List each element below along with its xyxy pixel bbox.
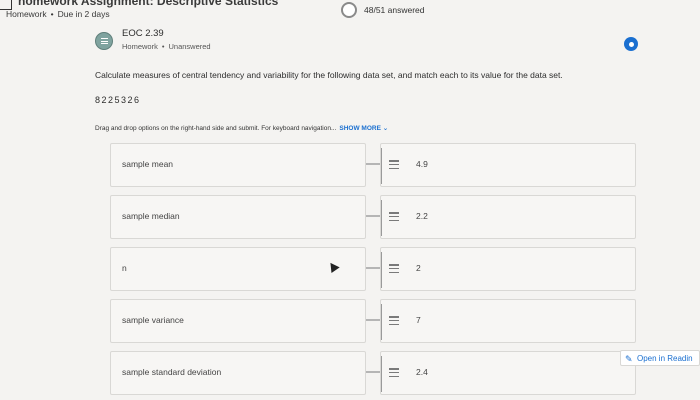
chevron-down-icon: ⌄ [382, 125, 389, 132]
drag-handle-icon[interactable] [389, 160, 399, 169]
progress-text: 48/51 answered [364, 5, 425, 15]
grip-line [381, 200, 382, 236]
info-icon [628, 41, 634, 47]
separator-dot: • [161, 42, 165, 51]
info-button[interactable] [624, 37, 638, 51]
question-prompt: Calculate measures of central tendency a… [95, 70, 563, 80]
term-label: sample variance [122, 315, 184, 325]
term-label: sample mean [122, 159, 174, 169]
answer-draggable[interactable]: 2.4 [380, 351, 636, 395]
drag-handle-icon[interactable] [389, 316, 399, 325]
match-row: n 2 [110, 247, 636, 291]
match-row: sample mean 4.9 [110, 143, 636, 187]
grip-line [381, 304, 382, 340]
instructions-text: Drag and drop options on the right-hand … [95, 125, 337, 132]
answer-value: 2.2 [416, 211, 428, 221]
assignment-meta: Homework • Due in 2 days [6, 9, 110, 19]
open-reading-mode-button[interactable]: ✎ Open in Readin [620, 350, 700, 366]
question-type: Homework [122, 42, 158, 51]
match-row: sample variance 7 [110, 299, 636, 343]
grip-line [381, 356, 382, 392]
question-title: EOC 2.39 [122, 28, 164, 39]
term-label: n [122, 263, 127, 273]
assignment-type: Homework [6, 9, 47, 19]
drag-handle-icon[interactable] [389, 264, 399, 273]
question-meta: Homework • Unanswered [122, 42, 211, 51]
instructions: Drag and drop options on the right-hand … [95, 124, 388, 132]
term-box: sample variance [110, 299, 366, 343]
open-reading-label: Open in Readin [637, 354, 693, 363]
term-box: sample mean [110, 143, 366, 187]
pen-icon: ✎ [625, 354, 633, 364]
question-status: Unanswered [168, 42, 211, 51]
term-box: sample median [110, 195, 366, 239]
term-label: sample standard deviation [122, 367, 222, 377]
question-type-icon [95, 32, 113, 50]
drag-handle-icon[interactable] [389, 368, 399, 377]
grip-line [381, 252, 382, 288]
grip-line [381, 148, 382, 184]
answer-draggable[interactable]: 2.2 [380, 195, 636, 239]
progress-ring-icon [341, 2, 357, 18]
answer-draggable[interactable]: 7 [380, 299, 636, 343]
drag-handle-icon[interactable] [389, 212, 399, 221]
due-date: Due in 2 days [57, 9, 110, 19]
answer-value: 7 [416, 315, 421, 325]
answer-value: 2.4 [416, 367, 428, 377]
match-row: sample median 2.2 [110, 195, 636, 239]
term-box: sample standard deviation [110, 351, 366, 395]
assignment-title: nomework Assignment: Descriptive Statist… [18, 0, 279, 8]
answer-value: 4.9 [416, 159, 428, 169]
answer-draggable[interactable]: 4.9 [380, 143, 636, 187]
term-box: n [110, 247, 366, 291]
show-more-link[interactable]: SHOW MORE ⌄ [339, 125, 388, 132]
data-set: 8225326 [95, 95, 141, 105]
separator-dot: • [50, 9, 54, 19]
term-label: sample median [122, 211, 180, 221]
answer-value: 2 [416, 263, 421, 273]
assignment-header: nomework Assignment: Descriptive Statist… [0, 0, 700, 24]
match-row: sample standard deviation 2.4 [110, 351, 636, 395]
answer-draggable[interactable]: 2 [380, 247, 636, 291]
